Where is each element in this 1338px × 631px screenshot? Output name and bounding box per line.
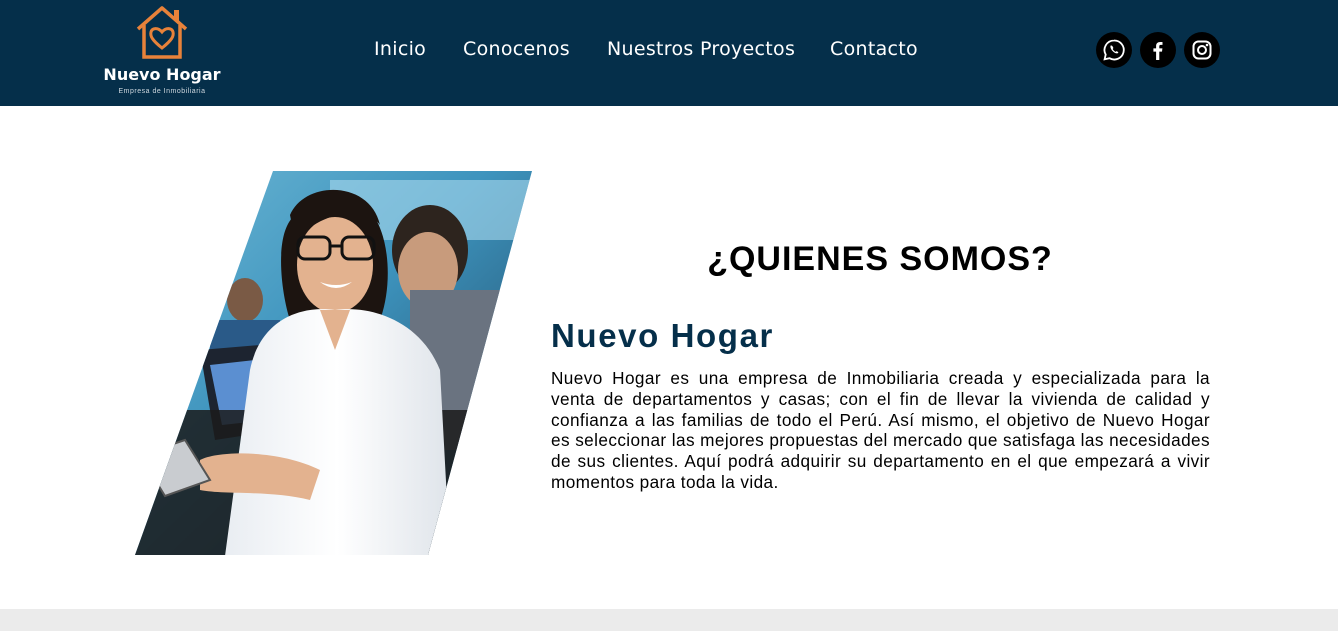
about-subheading: Nuevo Hogar xyxy=(551,317,774,354)
whatsapp-icon xyxy=(1103,39,1125,61)
facebook-icon xyxy=(1153,42,1163,60)
nav-link-contacto[interactable]: Contacto xyxy=(830,38,918,60)
brand-name: Nuevo Hogar xyxy=(103,65,221,84)
about-paragraph: Nuevo Hogar es una empresa de Inmobiliar… xyxy=(551,368,1210,492)
instagram-button[interactable] xyxy=(1184,32,1220,68)
house-heart-icon xyxy=(136,6,188,59)
nav-link-conocenos[interactable]: Conocenos xyxy=(463,38,570,60)
nav-link-inicio[interactable]: Inicio xyxy=(374,38,426,60)
about-heading: ¿QUIENES SOMOS? xyxy=(707,240,1053,278)
site-header: Nuevo Hogar Empresa de Inmobiliaria Inic… xyxy=(0,0,1338,106)
facebook-button[interactable] xyxy=(1140,32,1176,68)
whatsapp-button[interactable] xyxy=(1096,32,1132,68)
brand-logo[interactable]: Nuevo Hogar Empresa de Inmobiliaria xyxy=(100,4,224,100)
nav-link-proyectos[interactable]: Nuestros Proyectos xyxy=(607,38,795,60)
team-photo xyxy=(130,170,532,556)
footer-band xyxy=(0,609,1338,631)
brand-tagline: Empresa de Inmobiliaria xyxy=(118,88,206,95)
instagram-icon xyxy=(1192,40,1212,60)
